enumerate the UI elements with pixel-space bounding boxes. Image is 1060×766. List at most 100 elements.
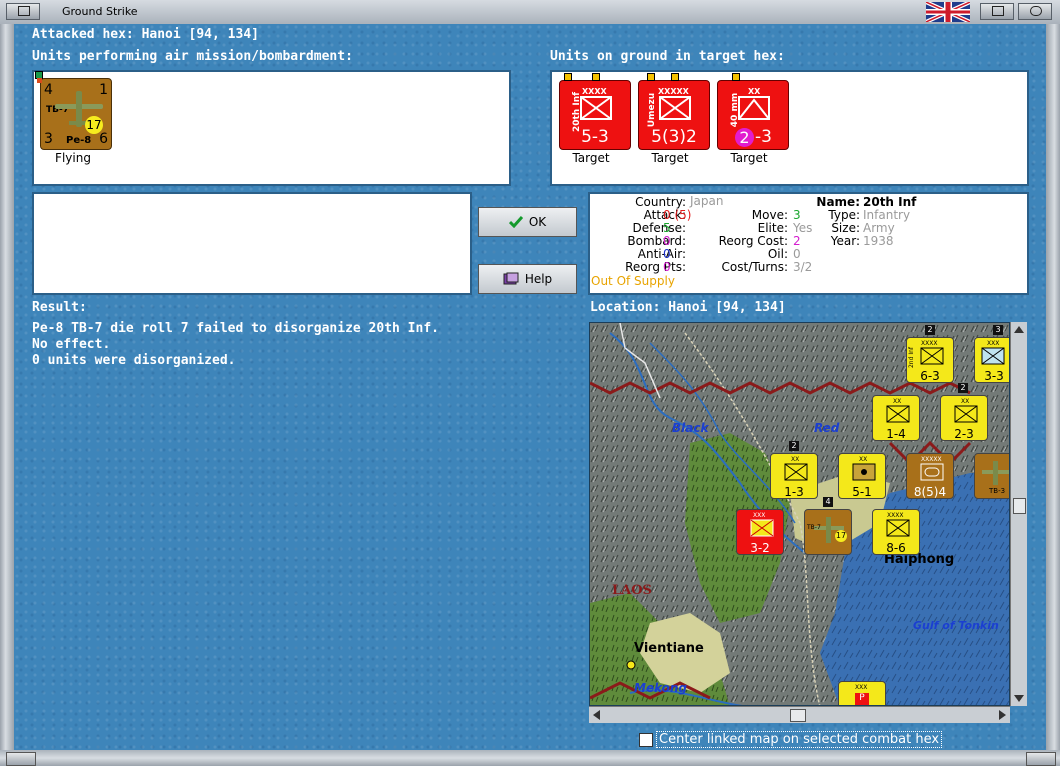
map-unit-values: 5-1	[852, 485, 872, 499]
supply-marker-icon	[732, 73, 740, 81]
map-vertical-scrollbar[interactable]	[1010, 322, 1027, 706]
scroll-down-icon[interactable]	[1014, 695, 1024, 702]
supply-marker-icon	[647, 73, 655, 81]
map-unit-counter[interactable]: TB-3	[974, 453, 1009, 499]
air-unit-counter[interactable]: 4 1 TB-7 17 Pe-8 3 6	[35, 71, 112, 150]
resize-grip-left[interactable]	[6, 752, 36, 766]
map-unit-counter[interactable]: XX 1-3	[770, 453, 818, 499]
uk-flag-icon[interactable]	[926, 2, 970, 22]
map-unit-counter[interactable]: XX 5-1	[838, 453, 886, 499]
scroll-up-icon[interactable]	[1014, 326, 1024, 333]
status-dot-icon	[37, 78, 42, 83]
map-unit-counter[interactable]: XX 2-3	[940, 395, 988, 441]
help-book-icon	[503, 272, 519, 285]
map-unit-size: XXX	[987, 340, 1000, 347]
attack-value-secondary: (5)	[674, 208, 692, 222]
map-label-mekong: Mekong	[634, 681, 688, 695]
elite-key: Elite:	[757, 221, 788, 235]
ground-unit-counter[interactable]: 40 mm XX 2 -3	[717, 73, 789, 150]
stack-badge: 3	[993, 325, 1003, 335]
map-unit-counter[interactable]: 2nd Inf XXXX 6-3	[906, 337, 954, 383]
type-value: Infantry	[863, 208, 911, 222]
map-unit-size: XX	[859, 456, 868, 463]
ground-unit-counter[interactable]: 20th Inf XXXX 5-3	[559, 73, 631, 150]
result-line: No effect.	[32, 337, 111, 352]
map-unit-size: XX	[893, 398, 902, 405]
window-frame-left	[0, 24, 14, 752]
move-key: Move:	[751, 208, 788, 222]
result-line: 0 units were disorganized.	[32, 353, 236, 368]
map-unit-values: 3-2	[750, 541, 770, 555]
minimize-button[interactable]	[6, 3, 40, 20]
map-unit-counter[interactable]: XXXXX 8(5)4	[906, 453, 954, 499]
map-unit-counter[interactable]: XX 1-4	[872, 395, 920, 441]
map-label-gulf-of-tonkin: Gulf of Tonkin	[913, 619, 999, 632]
map-horizontal-scrollbar[interactable]	[589, 706, 1010, 723]
costturns-key: Cost/Turns:	[721, 260, 788, 274]
stack-badge: 4	[823, 497, 833, 507]
armor-symbol-icon	[920, 463, 944, 481]
scroll-right-icon[interactable]	[999, 710, 1006, 720]
map-unit-name: TB-7	[807, 524, 821, 531]
map-view[interactable]: Black Red LAOS Haiphong Gulf of Tonkin V…	[589, 322, 1010, 706]
center-map-checkbox-label[interactable]: Center linked map on selected combat hex	[656, 731, 943, 748]
maximize-button[interactable]	[980, 3, 1014, 20]
close-icon	[1030, 6, 1042, 16]
elite-value: Yes	[793, 221, 813, 235]
map-unit-values: 17	[835, 530, 847, 542]
map-unit-counter[interactable]: TB-7 17	[804, 509, 852, 555]
reorgcost-value: 2	[793, 234, 801, 248]
window-frame-right	[1046, 24, 1060, 752]
close-button[interactable]	[1018, 3, 1052, 20]
ground-unit-attack-value: 2	[735, 128, 754, 147]
ground-unit-values: 5(3)2	[651, 127, 697, 147]
help-button[interactable]: Help	[478, 264, 577, 294]
ground-unit-status: Target	[572, 151, 610, 165]
map-unit-values: 3-3	[984, 369, 1004, 383]
infantry-symbol-icon	[886, 519, 910, 537]
air-units-label: Units performing air mission/bombardment…	[32, 49, 353, 64]
supply-status: Out Of Supply	[591, 274, 675, 288]
ground-unit-status: Target	[651, 151, 689, 165]
map-unit-counter[interactable]: XXX 3-2	[736, 509, 784, 555]
map-unit-counter[interactable]: XXX P	[838, 681, 886, 705]
infantry-symbol-icon	[750, 519, 774, 537]
ground-unit-counter[interactable]: Umezu XXXXX 5(3)2	[638, 73, 710, 150]
bombard-key: Bombard:	[627, 234, 686, 248]
infantry-symbol-icon	[886, 405, 910, 423]
attacked-hex-label: Attacked hex: Hanoi [94, 134]	[32, 27, 259, 42]
mountain-infantry-icon	[981, 347, 1005, 365]
stack-badge: 2	[925, 325, 935, 335]
supply-marker-icon	[564, 73, 572, 81]
map-unit-values: 8-6	[886, 541, 906, 555]
ground-unit-size: XXXXX	[658, 87, 689, 96]
minimize-icon	[18, 6, 30, 16]
map-unit-counter[interactable]: XXX 3-3	[974, 337, 1009, 383]
vertical-scroll-thumb[interactable]	[1013, 498, 1026, 514]
scroll-left-icon[interactable]	[593, 710, 600, 720]
window-frame-bottom	[0, 750, 1060, 766]
bombard-value: 0	[663, 234, 671, 248]
map-unit-name: TB-3	[989, 487, 1006, 495]
defense-value: 5	[663, 221, 671, 235]
air-unit-bottom-right: 6	[99, 131, 108, 147]
stack-badge: 2	[958, 383, 968, 393]
map-unit-values: 6-3	[920, 369, 940, 383]
map-unit-size: XXXX	[887, 512, 904, 519]
air-unit-status: Flying	[55, 151, 91, 165]
oil-key: Oil:	[767, 247, 788, 261]
infantry-symbol-icon	[954, 405, 978, 423]
result-label: Result:	[32, 300, 87, 315]
map-unit-counter[interactable]: XXXX 8-6	[872, 509, 920, 555]
ground-unit-name: Umezu	[647, 92, 658, 128]
map-unit-values: 1-3	[784, 485, 804, 499]
horizontal-scroll-thumb[interactable]	[790, 709, 806, 722]
map-unit-values: 2-3	[954, 427, 974, 441]
map-unit-size: XX	[791, 456, 800, 463]
supply-marker-icon	[671, 73, 679, 81]
ok-button[interactable]: OK	[478, 207, 577, 237]
size-key: Size:	[831, 221, 860, 235]
center-map-checkbox[interactable]	[639, 733, 653, 747]
name-value: 20th Inf	[863, 195, 917, 209]
resize-grip-right[interactable]	[1026, 752, 1056, 766]
